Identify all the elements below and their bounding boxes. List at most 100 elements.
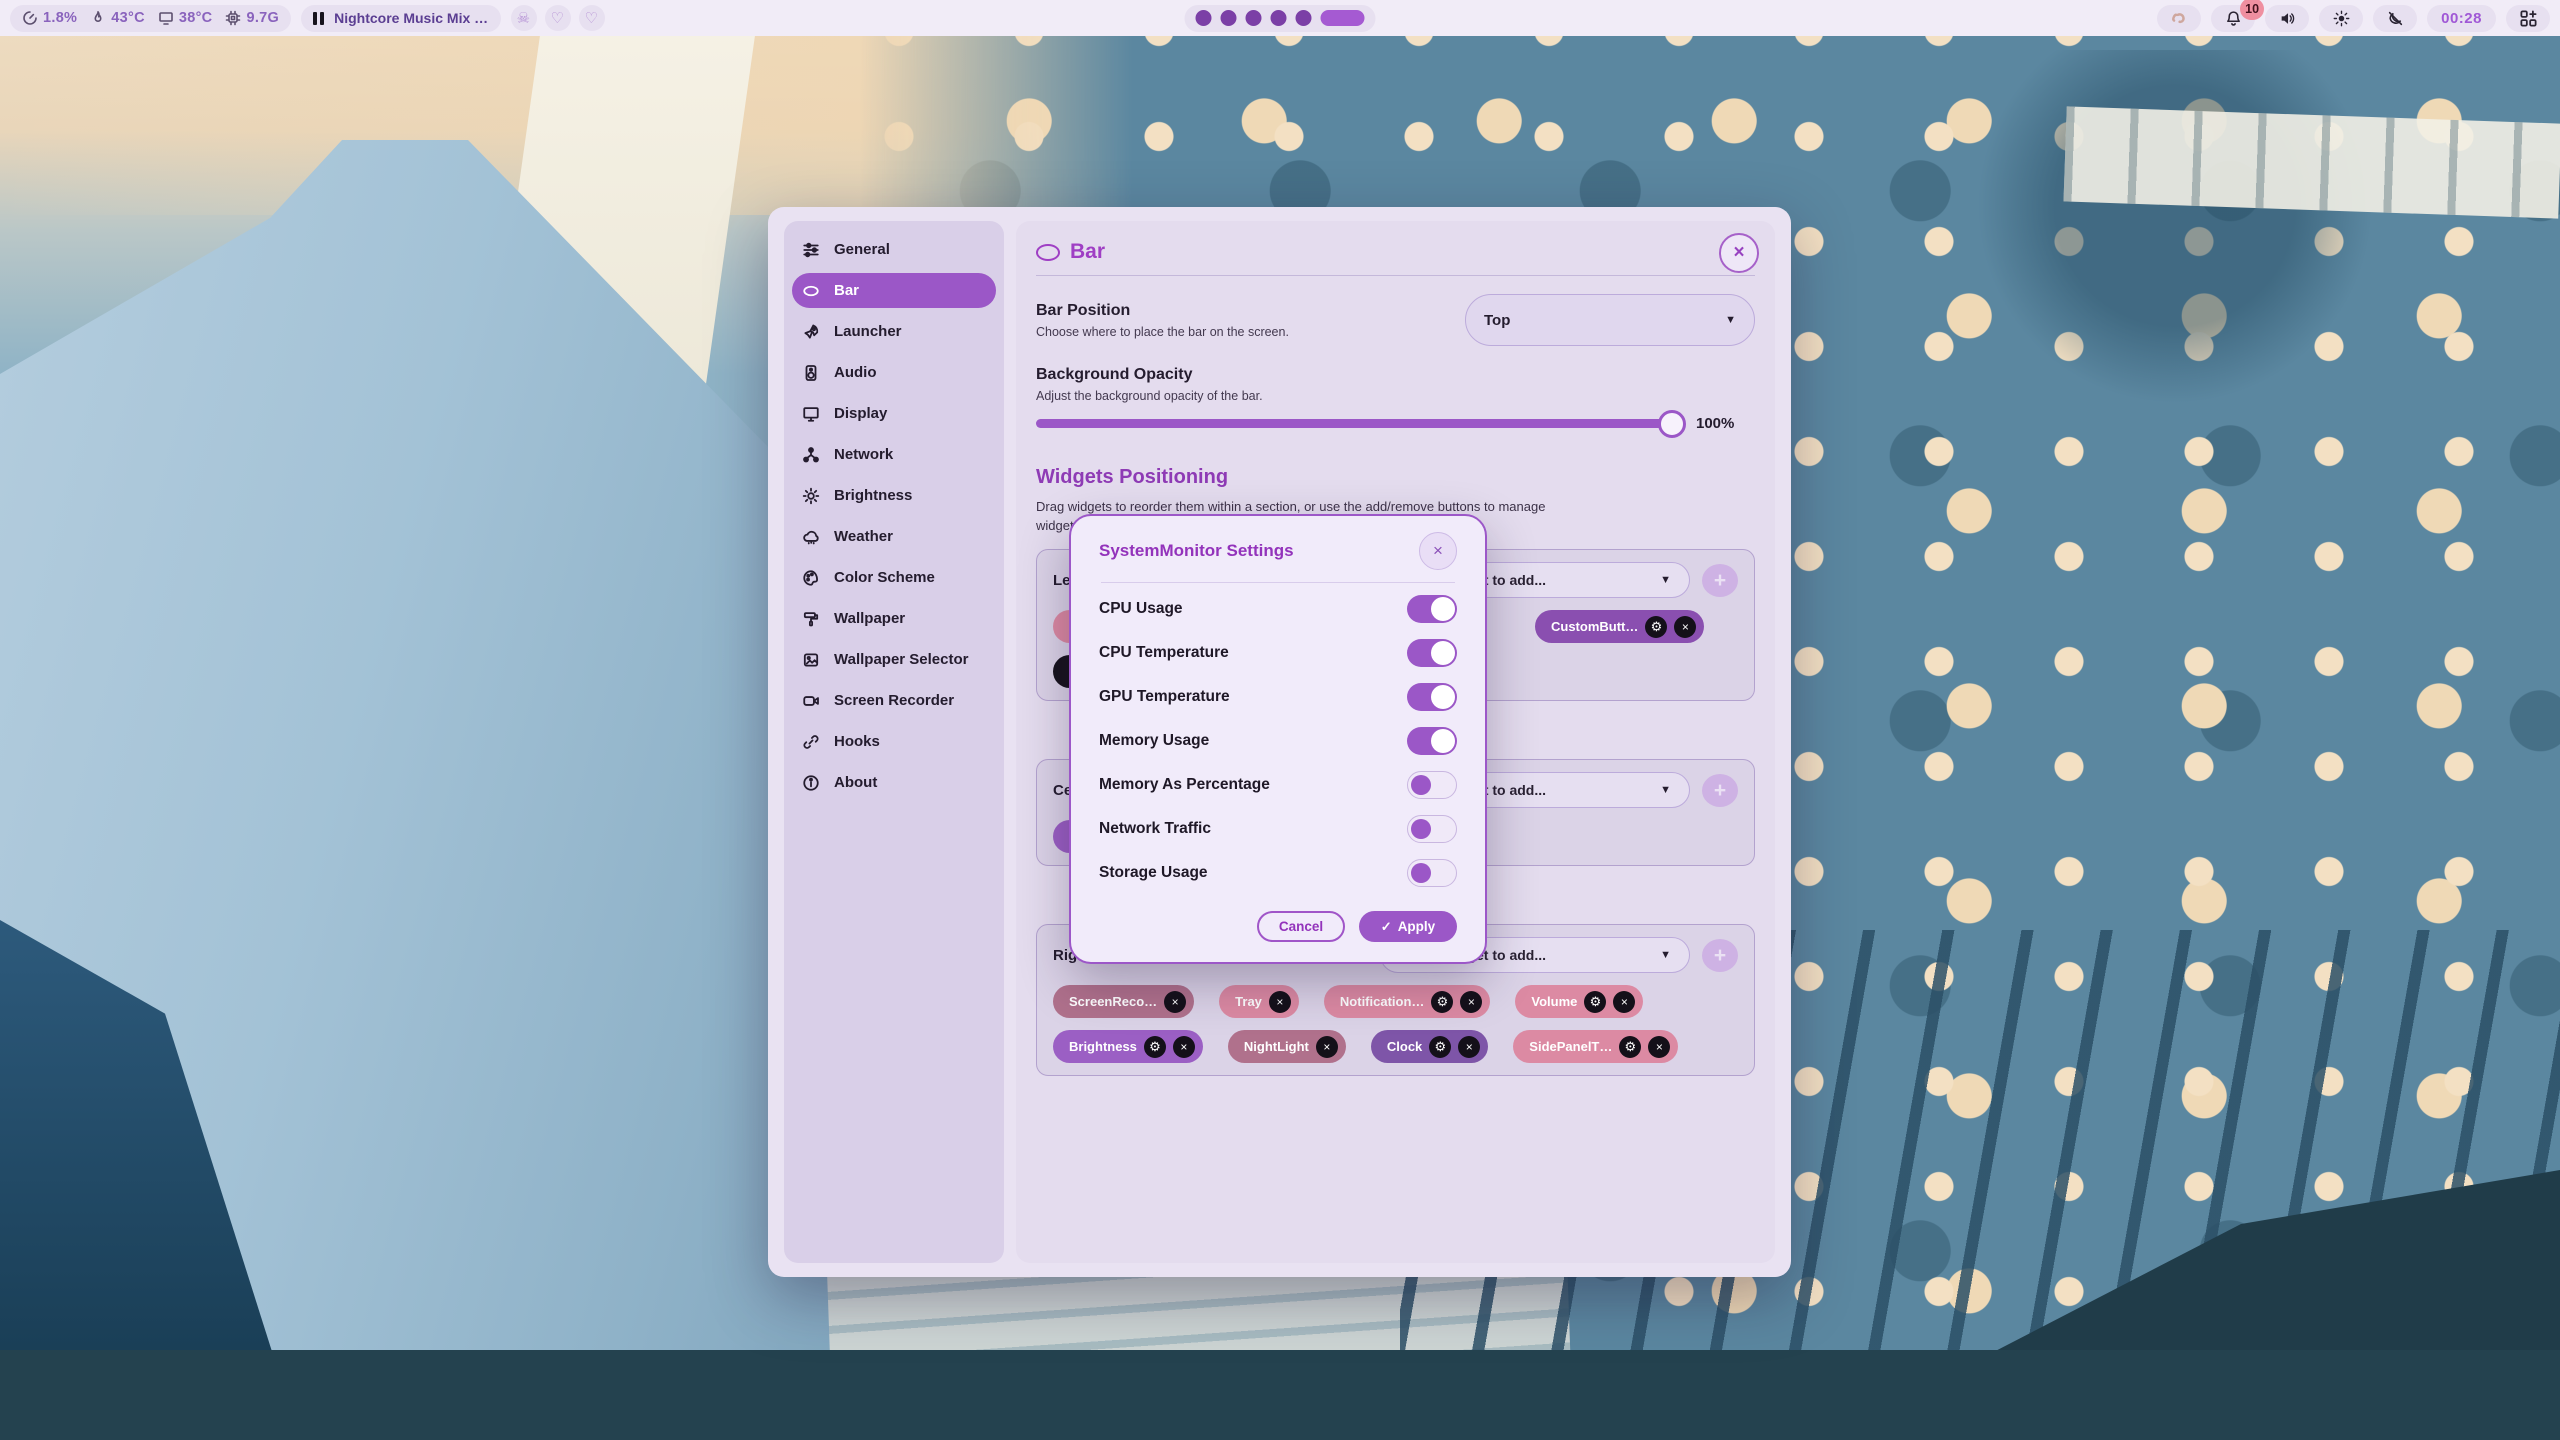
- gear-icon[interactable]: ⚙: [1144, 1036, 1166, 1058]
- widget-chip-sidepanelt[interactable]: SidePanelT…⚙×: [1513, 1030, 1678, 1063]
- remove-widget-icon[interactable]: ×: [1173, 1036, 1195, 1058]
- toggle-switch[interactable]: [1407, 727, 1457, 755]
- remove-widget-icon[interactable]: ×: [1316, 1036, 1338, 1058]
- gear-icon[interactable]: ⚙: [1619, 1036, 1641, 1058]
- toggle-knob: [1431, 685, 1455, 709]
- widget-chip-clock[interactable]: Clock ⚙ ×: [1371, 1030, 1488, 1063]
- bar-position-dropdown[interactable]: Top ▼: [1465, 294, 1755, 346]
- settings-sidebar: GeneralBarLauncherAudioDisplayNetwork Bri…: [784, 221, 1004, 1263]
- night-light-button[interactable]: [2373, 5, 2417, 32]
- workspace-dot[interactable]: [1246, 10, 1262, 26]
- background-opacity-description: Adjust the background opacity of the bar…: [1036, 389, 1755, 403]
- sidebar-item-bar[interactable]: Bar: [792, 273, 996, 308]
- remove-widget-icon[interactable]: ×: [1458, 1036, 1480, 1058]
- widget-chip-volume[interactable]: Volume⚙×: [1515, 985, 1643, 1018]
- apps-dashboard-button[interactable]: [2506, 5, 2550, 32]
- gear-icon[interactable]: ⚙: [1584, 991, 1606, 1013]
- toggle-label: GPU Temperature: [1099, 688, 1230, 706]
- image-icon: [802, 651, 820, 669]
- stat-value: 43°C: [111, 10, 145, 26]
- info-icon: [802, 774, 820, 792]
- media-player-pill[interactable]: Nightcore Music Mix 20…: [301, 5, 501, 32]
- gear-icon[interactable]: ⚙: [1431, 991, 1453, 1013]
- toggle-switch[interactable]: [1407, 815, 1457, 843]
- wallpaper-bushes-bottom: [0, 1350, 2560, 1440]
- workspace-dot[interactable]: [1296, 10, 1312, 26]
- sidebar-item-label: Color Scheme: [834, 569, 935, 586]
- chip-label: Clock: [1387, 1039, 1422, 1054]
- palette-icon: [802, 569, 820, 587]
- chip-row: Brightness⚙×NightLight×Clock⚙×SidePanelT…: [1053, 1030, 1738, 1063]
- gear-icon[interactable]: ⚙: [1645, 616, 1667, 638]
- widget-chip-notification[interactable]: Notification…⚙×: [1324, 985, 1491, 1018]
- sidebar-item-label: About: [834, 774, 877, 791]
- widget-chip-tray[interactable]: Tray×: [1219, 985, 1299, 1018]
- skull-button[interactable]: ☠: [511, 5, 537, 31]
- toggle-switch[interactable]: [1407, 639, 1457, 667]
- sidebar-item-label: Brightness: [834, 487, 912, 504]
- toggle-switch[interactable]: [1407, 859, 1457, 887]
- modal-close-button[interactable]: ×: [1419, 532, 1457, 570]
- wallpaper-bricks: [87, 388, 323, 566]
- remove-widget-icon[interactable]: ×: [1460, 991, 1482, 1013]
- toggle-switch[interactable]: [1407, 683, 1457, 711]
- stat-chip: 9.7G: [225, 10, 279, 26]
- workspace-active[interactable]: [1321, 10, 1365, 26]
- volume-button[interactable]: [2265, 5, 2309, 32]
- window-close-button[interactable]: ×: [1719, 233, 1759, 273]
- bar-position-row: Bar Position Choose where to place the b…: [1036, 294, 1755, 346]
- slider-knob[interactable]: [1658, 410, 1686, 438]
- remove-widget-icon[interactable]: ×: [1269, 991, 1291, 1013]
- gear-icon[interactable]: ⚙: [1429, 1036, 1451, 1058]
- sidebar-item-color-scheme[interactable]: Color Scheme: [792, 557, 996, 598]
- tray-app-button[interactable]: [2157, 5, 2201, 32]
- toggle-switch[interactable]: [1407, 771, 1457, 799]
- remove-widget-icon[interactable]: ×: [1613, 991, 1635, 1013]
- background-opacity-slider[interactable]: [1036, 419, 1682, 428]
- system-stats-pill[interactable]: 1.8%43°C38°C9.7G: [10, 5, 291, 32]
- sidebar-item-launcher[interactable]: Launcher: [792, 311, 996, 352]
- heart-button[interactable]: ♡: [579, 5, 605, 31]
- sidebar-item-wallpaper-selector[interactable]: Wallpaper Selector: [792, 639, 996, 680]
- remove-widget-icon[interactable]: ×: [1164, 991, 1186, 1013]
- chevron-down-icon: ▼: [1660, 784, 1671, 796]
- check-icon: ✓: [1381, 919, 1392, 935]
- add-widget-button[interactable]: +: [1702, 564, 1738, 597]
- workspace-dot[interactable]: [1271, 10, 1287, 26]
- workspace-dot[interactable]: [1196, 10, 1212, 26]
- remove-widget-icon[interactable]: ×: [1648, 1036, 1670, 1058]
- toggle-row-memory-as-percentage: Memory As Percentage: [1099, 763, 1457, 807]
- toggle-label: Storage Usage: [1099, 864, 1208, 882]
- workspaces-indicator[interactable]: [1185, 5, 1376, 32]
- workspace-dot[interactable]: [1221, 10, 1237, 26]
- clock[interactable]: 00:28: [2427, 5, 2496, 32]
- sidebar-item-display[interactable]: Display: [792, 393, 996, 434]
- widget-chip-custombutt[interactable]: CustomButt…⚙×: [1535, 610, 1704, 643]
- notifications-button[interactable]: 10: [2211, 5, 2255, 32]
- heart-button[interactable]: ♡: [545, 5, 571, 31]
- sidebar-item-general[interactable]: General: [792, 229, 996, 270]
- cancel-button[interactable]: Cancel: [1257, 911, 1345, 942]
- sidebar-item-brightness[interactable]: Brightness: [792, 475, 996, 516]
- apply-button[interactable]: ✓ Apply: [1359, 911, 1457, 942]
- sidebar-item-about[interactable]: About: [792, 762, 996, 803]
- remove-widget-icon[interactable]: ×: [1674, 616, 1696, 638]
- stat-value: 9.7G: [246, 10, 279, 26]
- brightness-button[interactable]: [2319, 5, 2363, 32]
- toggle-switch[interactable]: [1407, 595, 1457, 623]
- sidebar-item-hooks[interactable]: Hooks: [792, 721, 996, 762]
- add-widget-button[interactable]: +: [1702, 774, 1738, 807]
- page-header: Bar: [1036, 233, 1755, 271]
- stat-flame: 43°C: [90, 10, 145, 26]
- add-widget-button[interactable]: +: [1702, 939, 1738, 972]
- sidebar-item-audio[interactable]: Audio: [792, 352, 996, 393]
- sidebar-item-screen-recorder[interactable]: Screen Recorder: [792, 680, 996, 721]
- sidebar-item-weather[interactable]: Weather: [792, 516, 996, 557]
- widget-chip-brightness[interactable]: Brightness⚙×: [1053, 1030, 1203, 1063]
- widget-chip-screenreco[interactable]: ScreenReco…×: [1053, 985, 1194, 1018]
- modal-divider: [1101, 582, 1455, 583]
- sidebar-item-wallpaper[interactable]: Wallpaper: [792, 598, 996, 639]
- wallpaper-wall: [0, 140, 900, 1440]
- widget-chip-nightlight[interactable]: NightLight×: [1228, 1030, 1346, 1063]
- sidebar-item-network[interactable]: Network: [792, 434, 996, 475]
